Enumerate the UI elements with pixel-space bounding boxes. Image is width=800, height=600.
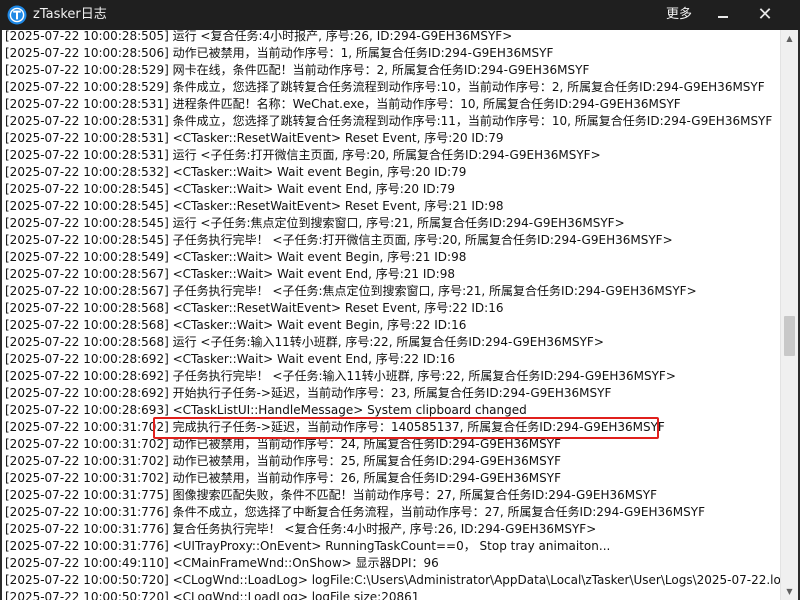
log-line: [2025-07-22 10:00:28:549] <CTasker::Wait… [5, 250, 467, 264]
vertical-scrollbar[interactable]: ▲ ▼ [780, 30, 798, 600]
highlight-annotation-box [153, 417, 659, 439]
title-bar[interactable]: zTasker日志 更多 ✕ [0, 0, 800, 30]
log-line: [2025-07-22 10:00:31:776] 复合任务执行完毕！ <复合任… [5, 522, 597, 536]
log-line: [2025-07-22 10:00:28:567] <CTasker::Wait… [5, 267, 455, 281]
log-text-area[interactable]: [2025-07-22 10:00:28:505] 运行 <复合任务:4小时报产… [2, 30, 780, 600]
log-line: [2025-07-22 10:00:28:567] 子任务执行完毕！ <子任务:… [5, 284, 697, 298]
log-line: [2025-07-22 10:00:28:692] <CTasker::Wait… [5, 352, 455, 366]
log-line: [2025-07-22 10:00:28:506] 动作已被禁用，当前动作序号：… [5, 46, 554, 60]
log-line: [2025-07-22 10:00:28:568] <CTasker::Rese… [5, 301, 504, 315]
log-line: [2025-07-22 10:00:28:545] 运行 <子任务:焦点定位到搜… [5, 216, 625, 230]
ztasker-logo-icon [7, 5, 27, 25]
log-line: [2025-07-22 10:00:28:529] 网卡在线，条件匹配！当前动作… [5, 63, 590, 77]
log-line: [2025-07-22 10:00:28:545] 子任务执行完毕！ <子任务:… [5, 233, 673, 247]
log-line: [2025-07-22 10:00:28:692] 开始执行子任务->延迟，当前… [5, 386, 612, 400]
log-line: [2025-07-22 10:00:50:720] <CLogWnd::Load… [5, 573, 780, 587]
log-line: [2025-07-22 10:00:28:545] <CTasker::Wait… [5, 182, 455, 196]
log-line: [2025-07-22 10:00:28:568] 运行 <子任务:输入11转小… [5, 335, 604, 349]
log-window: zTasker日志 更多 ✕ [2025-07-22 10:00:28:505]… [0, 0, 800, 600]
scroll-thumb[interactable] [784, 316, 795, 356]
more-menu-button[interactable]: 更多 [666, 6, 692, 24]
log-line: [2025-07-22 10:00:28:532] <CTasker::Wait… [5, 165, 467, 179]
scroll-down-arrow-icon[interactable]: ▼ [781, 583, 798, 600]
log-line: [2025-07-22 10:00:50:720] <CLogWnd::Load… [5, 590, 420, 600]
log-line: [2025-07-22 10:00:49:110] <CMainFrameWnd… [5, 556, 439, 570]
log-line: [2025-07-22 10:00:31:776] 条件不成立，您选择了中断复合… [5, 505, 705, 519]
scroll-up-arrow-icon[interactable]: ▲ [781, 30, 798, 47]
log-line: [2025-07-22 10:00:31:775] 图像搜索匹配失败，条件不匹配… [5, 488, 657, 502]
log-line: [2025-07-22 10:00:28:531] 运行 <子任务:打开微信主页… [5, 148, 601, 162]
log-line: [2025-07-22 10:00:31:702] 动作已被禁用，当前动作序号：… [5, 471, 561, 485]
log-line: [2025-07-22 10:00:28:692] 子任务执行完毕！ <子任务:… [5, 369, 676, 383]
log-line: [2025-07-22 10:00:31:776] <UITrayProxy::… [5, 539, 611, 553]
log-line: [2025-07-22 10:00:28:531] 条件成立，您选择了跳转复合任… [5, 114, 773, 128]
log-line: [2025-07-22 10:00:28:545] <CTasker::Rese… [5, 199, 504, 213]
log-line: [2025-07-22 10:00:28:529] 条件成立，您选择了跳转复合任… [5, 80, 765, 94]
log-panel: [2025-07-22 10:00:28:505] 运行 <复合任务:4小时报产… [2, 30, 798, 600]
log-line: [2025-07-22 10:00:28:568] <CTasker::Wait… [5, 318, 467, 332]
close-icon: ✕ [757, 4, 773, 25]
minimize-icon [718, 16, 728, 18]
window-title: zTasker日志 [33, 7, 107, 22]
log-line: [2025-07-22 10:00:28:505] 运行 <复合任务:4小时报产… [5, 30, 513, 43]
close-button[interactable]: ✕ [752, 4, 778, 26]
log-line: [2025-07-22 10:00:28:531] <CTasker::Rese… [5, 131, 504, 145]
log-line: [2025-07-22 10:00:31:702] 动作已被禁用，当前动作序号：… [5, 454, 561, 468]
log-line: [2025-07-22 10:00:28:531] 进程条件匹配！名称：WeCh… [5, 97, 681, 111]
minimize-button[interactable] [710, 4, 736, 26]
